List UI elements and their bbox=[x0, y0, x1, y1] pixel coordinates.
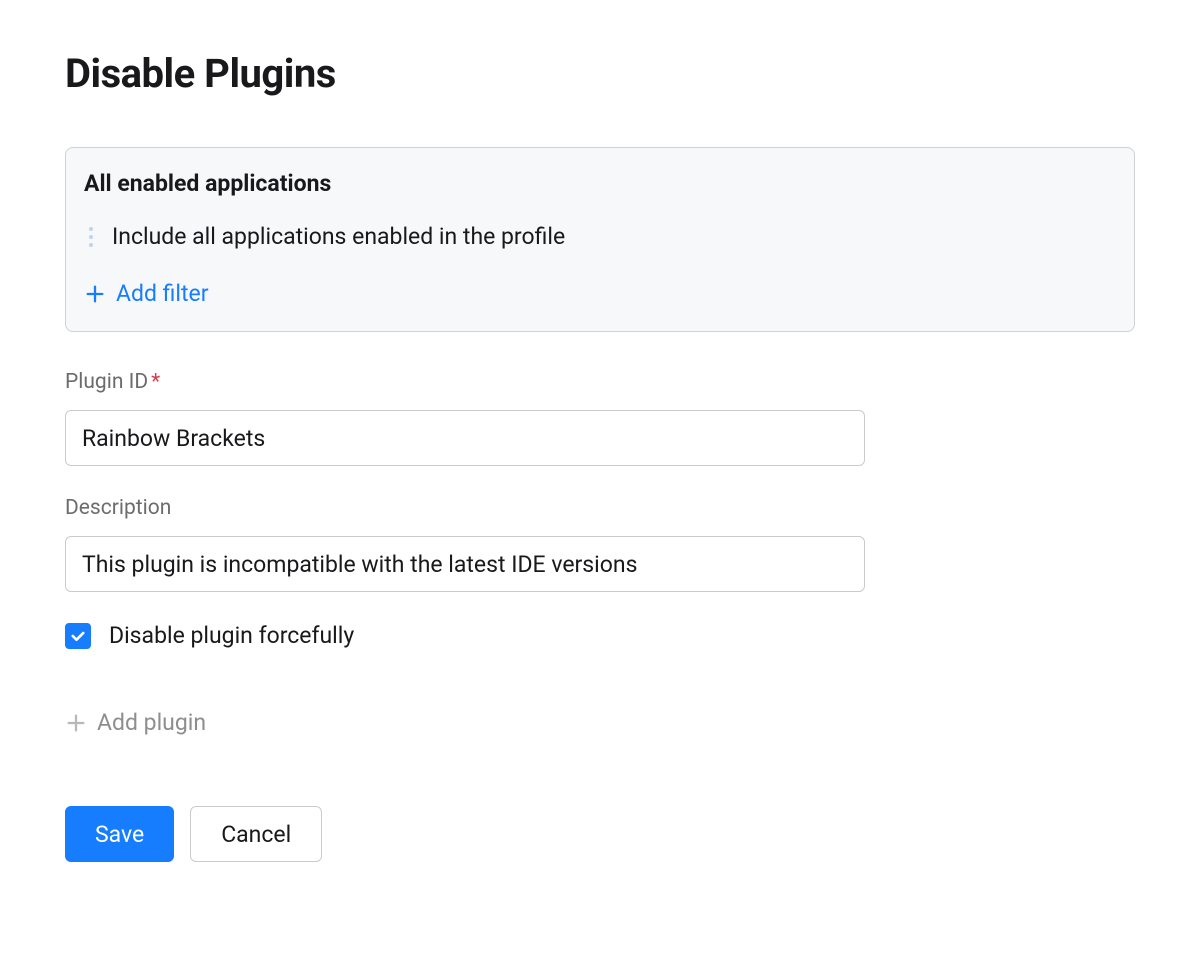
plus-icon bbox=[65, 712, 87, 734]
plus-icon bbox=[84, 283, 106, 305]
disable-forcefully-checkbox[interactable] bbox=[65, 623, 91, 649]
drag-handle-icon[interactable] bbox=[86, 227, 96, 247]
description-field: Description bbox=[65, 496, 1135, 592]
plugin-id-input[interactable] bbox=[65, 410, 865, 466]
cancel-button[interactable]: Cancel bbox=[190, 806, 322, 862]
filter-text: Include all applications enabled in the … bbox=[112, 223, 565, 250]
disable-forcefully-label: Disable plugin forcefully bbox=[109, 622, 354, 649]
add-filter-label: Add filter bbox=[116, 280, 209, 307]
plugin-id-field: Plugin ID* bbox=[65, 370, 1135, 466]
add-filter-button[interactable]: Add filter bbox=[84, 280, 1116, 307]
filter-row: Include all applications enabled in the … bbox=[84, 223, 1116, 250]
required-indicator: * bbox=[151, 370, 160, 394]
filter-panel-title: All enabled applications bbox=[84, 170, 1116, 197]
page-title: Disable Plugins bbox=[65, 50, 1135, 97]
filter-panel: All enabled applications Include all app… bbox=[65, 147, 1135, 332]
plugin-id-label: Plugin ID* bbox=[65, 370, 1135, 394]
add-plugin-label: Add plugin bbox=[97, 709, 206, 736]
description-input[interactable] bbox=[65, 536, 865, 592]
disable-forcefully-row: Disable plugin forcefully bbox=[65, 622, 1135, 649]
add-plugin-button[interactable]: Add plugin bbox=[65, 709, 1135, 736]
description-label: Description bbox=[65, 496, 1135, 520]
button-row: Save Cancel bbox=[65, 806, 1135, 862]
save-button[interactable]: Save bbox=[65, 806, 174, 862]
